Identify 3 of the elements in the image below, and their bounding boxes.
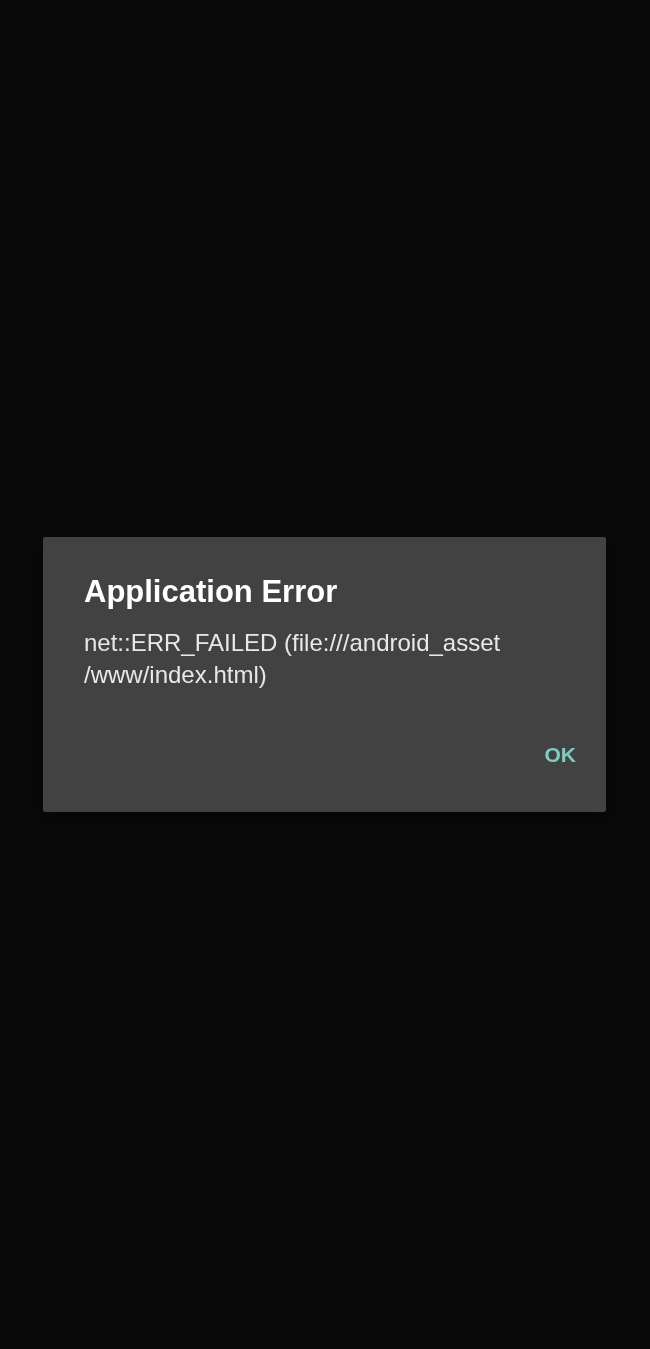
ok-button[interactable]: OK xyxy=(544,735,576,775)
error-message: net::ERR_FAILED (file:///android_asset /www/index.html) xyxy=(84,628,502,690)
dialog-title: Application Error xyxy=(84,573,339,611)
